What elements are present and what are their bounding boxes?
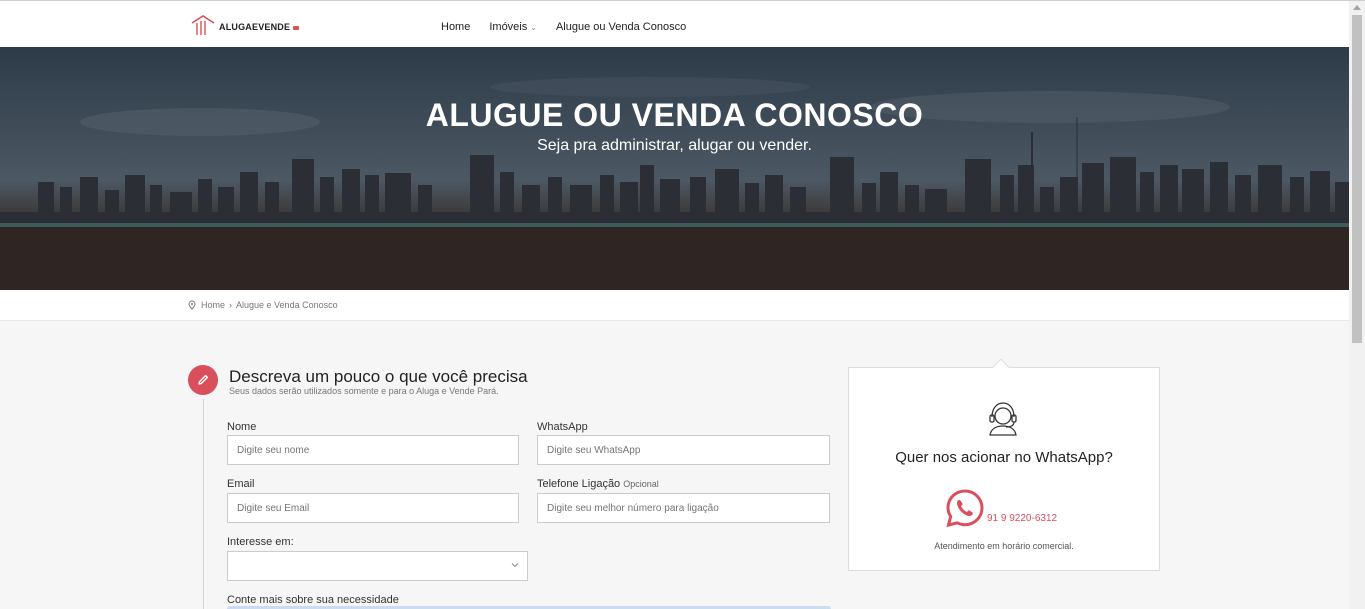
nav-item-home[interactable]: Home — [441, 21, 470, 33]
location-pin-icon — [188, 300, 196, 310]
breadcrumb-home[interactable]: Home — [201, 300, 225, 310]
telefone-input[interactable] — [537, 493, 830, 523]
hero-subtitle: Seja pra administrar, alugar ou vender. — [537, 137, 812, 154]
nome-label: Nome — [227, 421, 257, 433]
breadcrumb-bar: Home › Alugue e Venda Conosco — [0, 290, 1349, 321]
whatsapp-icon[interactable] — [945, 488, 985, 528]
form-timeline-line — [203, 399, 204, 609]
mensagem-label: Conte mais sobre sua necessidade — [227, 594, 399, 606]
interesse-select[interactable] — [227, 551, 528, 581]
logo-mark — [293, 25, 300, 30]
scroll-thumb[interactable] — [1352, 15, 1362, 343]
main-nav: Home Imóveis ⌄ Alugue ou Venda Conosco — [441, 21, 686, 33]
house-logo-icon — [191, 15, 215, 35]
nav-item-label: Imóveis — [489, 21, 528, 33]
form-subtitle: Seus dados serão utilizados somente e pa… — [229, 386, 499, 396]
whatsapp-phone-link[interactable]: 91 9 9220-6312 — [987, 513, 1057, 524]
email-label: Email — [227, 478, 255, 490]
site-logo[interactable]: ALUGAEVENDE — [190, 14, 300, 36]
whatsapp-card-title: Quer nos acionar no WhatsApp? — [895, 449, 1113, 466]
page-scrollbar[interactable] — [1349, 1, 1365, 609]
whatsapp-card-note: Atendimento em horário comercial. — [934, 541, 1074, 551]
hero-banner: ALUGUE OU VENDA CONOSCO Seja pra adminis… — [0, 47, 1349, 290]
breadcrumb-current: Alugue e Venda Conosco — [236, 300, 338, 310]
chevron-down-icon — [511, 563, 519, 568]
telefone-label-text: Telefone Ligação — [537, 478, 621, 490]
logo-text: ALUGAEVENDE — [219, 22, 291, 32]
nome-input[interactable] — [227, 435, 519, 465]
nav-item-imoveis[interactable]: Imóveis ⌄ — [489, 21, 537, 33]
headset-icon — [989, 402, 1017, 436]
breadcrumb: Home › Alugue e Venda Conosco — [187, 300, 338, 310]
pencil-icon — [188, 365, 218, 395]
site-header: ALUGAEVENDE Home Imóveis ⌄ Alugue ou Vend… — [0, 1, 1349, 47]
whatsapp-label: WhatsApp — [537, 421, 588, 433]
scroll-up-arrow-icon[interactable] — [1353, 5, 1361, 10]
city-skyline-image — [0, 47, 1349, 290]
telefone-label: Telefone Ligação Opcional — [537, 478, 659, 490]
form-title: Descreva um pouco o que você precisa — [229, 367, 528, 386]
whatsapp-input[interactable] — [537, 435, 830, 465]
nav-item-alugue-venda[interactable]: Alugue ou Venda Conosco — [556, 21, 686, 33]
optional-tag: Opcional — [623, 479, 659, 489]
hero-title: ALUGUE OU VENDA CONOSCO — [425, 97, 924, 133]
interesse-label: Interesse em: — [227, 536, 294, 548]
page: ALUGAEVENDE Home Imóveis ⌄ Alugue ou Vend… — [0, 0, 1365, 609]
breadcrumb-separator: › — [229, 300, 233, 310]
email-input[interactable] — [227, 493, 519, 523]
chevron-down-icon: ⌄ — [530, 23, 537, 32]
